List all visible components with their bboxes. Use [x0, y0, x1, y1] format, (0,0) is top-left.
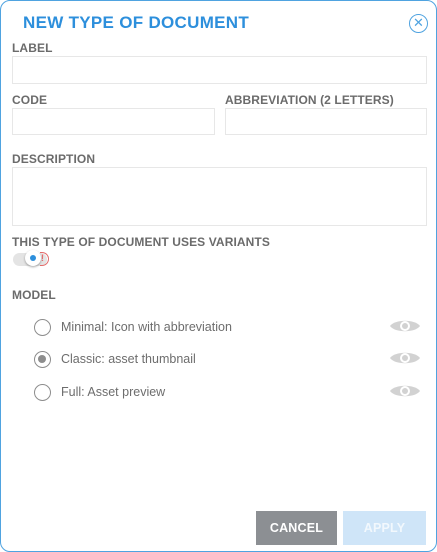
model-option-label: Full: Asset preview: [61, 385, 166, 399]
model-radio-minimal[interactable]: [34, 319, 51, 336]
eye-icon[interactable]: [389, 350, 421, 366]
description-textarea[interactable]: [12, 167, 427, 226]
label-input[interactable]: [12, 56, 427, 84]
abbreviation-input[interactable]: [225, 108, 427, 135]
apply-button[interactable]: APPLY: [343, 511, 426, 545]
dialog-title: NEW TYPE OF DOCUMENT: [23, 13, 250, 32]
new-document-type-dialog: NEW TYPE OF DOCUMENT ✕ LABEL CODE ABBREV…: [0, 0, 437, 552]
cancel-button[interactable]: CANCEL: [256, 511, 337, 545]
model-field-label: MODEL: [12, 288, 56, 302]
code-input[interactable]: [12, 108, 215, 135]
close-icon[interactable]: ✕: [409, 14, 428, 33]
model-radio-full[interactable]: [34, 384, 51, 401]
warning-icon: !: [40, 252, 49, 266]
model-option-label: Classic: asset thumbnail: [61, 352, 196, 366]
abbreviation-field-label: ABBREVIATION (2 LETTERS): [225, 93, 394, 107]
toggle-active-dot: [30, 255, 36, 261]
label-field-label: LABEL: [12, 41, 53, 55]
variants-field-label: THIS TYPE OF DOCUMENT USES VARIANTS: [12, 235, 270, 249]
model-option-label: Minimal: Icon with abbreviation: [61, 320, 232, 334]
model-radio-classic[interactable]: [34, 351, 51, 368]
description-field-label: DESCRIPTION: [12, 152, 96, 166]
eye-icon[interactable]: [389, 383, 421, 399]
eye-icon[interactable]: [389, 318, 421, 334]
code-field-label: CODE: [12, 93, 48, 107]
